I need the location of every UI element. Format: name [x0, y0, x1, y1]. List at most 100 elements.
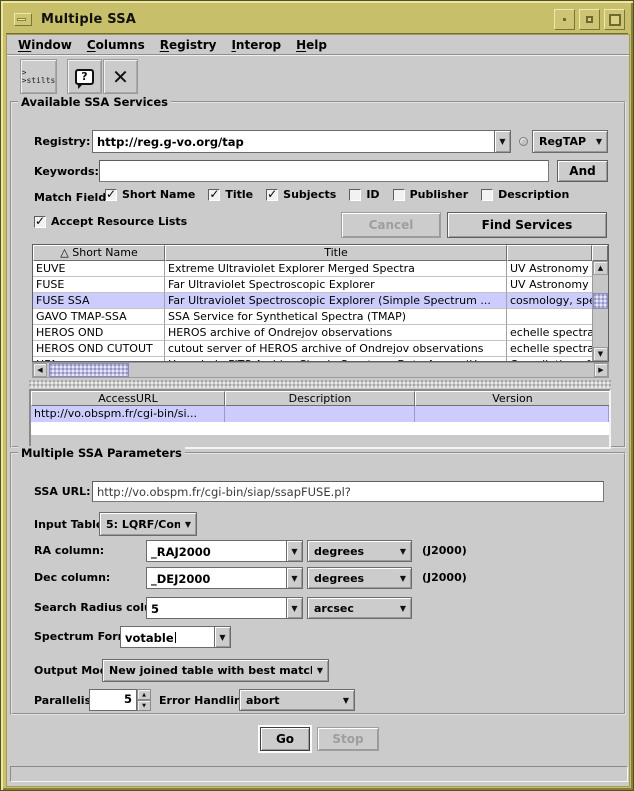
- multiple-ssa-parameters-group: Multiple SSA Parameters SSA URL: Input T…: [10, 452, 626, 715]
- menu-window[interactable]: Window: [18, 38, 72, 52]
- scroll-left-button[interactable]: ◀: [33, 363, 47, 377]
- arrow-down-icon: ▼: [142, 703, 146, 709]
- stilts-icon: >>stilts: [22, 69, 56, 85]
- menu-interop[interactable]: Interop: [231, 38, 281, 52]
- radius-unit-combobox[interactable]: arcsec ▼: [307, 597, 412, 619]
- chevron-down-icon: ▼: [291, 574, 297, 583]
- close-button[interactable]: [604, 9, 625, 30]
- dec-column-value[interactable]: _DEJ2000: [146, 567, 286, 589]
- resource-table-header: △ Short Name Title: [33, 245, 608, 261]
- column-header-short-name[interactable]: △ Short Name: [33, 245, 165, 261]
- table-row[interactable]: GAVO TMAP-SSASSA Service for Synthetical…: [33, 309, 592, 325]
- radius-dropdown-button[interactable]: ▼: [286, 597, 303, 619]
- checkbox-id[interactable]: ID: [349, 188, 379, 201]
- spectrum-format-combobox[interactable]: votable ▼: [120, 626, 231, 648]
- vertical-scrollbar[interactable]: ▲ ▼: [592, 261, 608, 361]
- cell-description: [225, 406, 415, 422]
- cell-short-name: HFA: [33, 357, 165, 361]
- stilts-button[interactable]: >>stilts: [20, 59, 57, 94]
- split-pane-divider[interactable]: [29, 380, 611, 388]
- checkbox-box: [393, 189, 405, 201]
- chevron-down-icon: ▼: [180, 520, 196, 529]
- capability-table-empty-area: [31, 422, 609, 435]
- table-row[interactable]: EUVEExtreme Ultraviolet Explorer Merged …: [33, 261, 592, 277]
- search-radius-value[interactable]: 5: [146, 597, 286, 619]
- ssa-url-input[interactable]: [92, 481, 604, 502]
- chevron-down-icon: ▼: [291, 604, 297, 613]
- dec-column-combobox[interactable]: _DEJ2000 ▼: [146, 567, 303, 589]
- column-header-subjects[interactable]: [507, 245, 592, 261]
- vertical-scrollbar-thumb[interactable]: [593, 293, 608, 309]
- checkbox-accept-resource-lists[interactable]: ✓ Accept Resource Lists: [34, 215, 187, 228]
- registry-value[interactable]: http://reg.g-vo.org/tap: [92, 130, 494, 153]
- table-row[interactable]: HEROS OND CUTOUTcutout server of HEROS a…: [33, 341, 592, 357]
- column-header-title[interactable]: Title: [165, 245, 507, 261]
- find-services-button[interactable]: Find Services: [447, 212, 607, 238]
- format-dropdown-button[interactable]: ▼: [214, 626, 231, 648]
- spinner-down-button[interactable]: ▼: [137, 700, 151, 711]
- sort-ascending-icon: △: [60, 246, 68, 259]
- table-row[interactable]: http://vo.obspm.fr/cgi-bin/si...: [31, 406, 609, 422]
- output-mode-value: New joined table with best matches: [103, 664, 312, 677]
- ra-epoch-note: (J2000): [422, 544, 467, 557]
- parallelism-spinner[interactable]: 5 ▲ ▼: [89, 689, 151, 711]
- registry-dropdown-button[interactable]: ▼: [494, 130, 511, 153]
- keywords-input[interactable]: [99, 160, 549, 182]
- menu-help[interactable]: Help: [296, 38, 327, 52]
- output-mode-combobox[interactable]: New joined table with best matches ▼: [102, 659, 329, 682]
- search-radius-combobox[interactable]: 5 ▼: [146, 597, 303, 619]
- scroll-up-button[interactable]: ▲: [593, 261, 608, 275]
- checkbox-title[interactable]: ✓Title: [208, 188, 253, 201]
- menu-columns[interactable]: Columns: [87, 38, 145, 52]
- spinner-up-button[interactable]: ▲: [137, 689, 151, 700]
- input-table-value: 5: LQRF/Coma: [100, 518, 180, 531]
- maximize-button[interactable]: [579, 9, 600, 30]
- dec-unit-combobox[interactable]: degrees ▼: [307, 567, 412, 589]
- checkbox-short-name[interactable]: ✓Short Name: [105, 188, 195, 201]
- column-header-accessurl[interactable]: AccessURL: [31, 391, 225, 406]
- menu-registry[interactable]: Registry: [160, 38, 217, 52]
- iconify-button[interactable]: [554, 9, 575, 30]
- cell-subjects: UV Astronomy: [507, 261, 592, 277]
- registry-combobox[interactable]: http://reg.g-vo.org/tap ▼: [92, 130, 511, 153]
- close-window-toolbar-button[interactable]: ✕: [103, 59, 138, 94]
- cell-accessurl: http://vo.obspm.fr/cgi-bin/si...: [31, 406, 225, 422]
- ra-dropdown-button[interactable]: ▼: [286, 540, 303, 562]
- error-handling-combobox[interactable]: abort ▼: [239, 689, 355, 711]
- registry-protocol-combobox[interactable]: RegTAP ▼: [532, 130, 608, 153]
- dec-epoch-note: (J2000): [422, 571, 467, 584]
- and-button[interactable]: And: [557, 160, 608, 182]
- column-header-description[interactable]: Description: [225, 391, 415, 406]
- table-row[interactable]: HFAHyperleda FITS Archive Simple Spectru…: [33, 357, 592, 361]
- error-handling-value: abort: [240, 694, 338, 707]
- cell-title: Hyperleda FITS Archive Simple Spectrum D…: [165, 357, 507, 361]
- checkbox-box: [349, 189, 361, 201]
- ra-column-value[interactable]: _RAJ2000: [146, 540, 286, 562]
- checkbox-publisher[interactable]: Publisher: [393, 188, 469, 201]
- cancel-button[interactable]: Cancel: [341, 212, 441, 238]
- go-button[interactable]: Go: [260, 727, 310, 751]
- checkbox-description[interactable]: Description: [481, 188, 569, 201]
- dec-dropdown-button[interactable]: ▼: [286, 567, 303, 589]
- ra-unit-combobox[interactable]: degrees ▼: [307, 540, 412, 562]
- scroll-down-button[interactable]: ▼: [593, 347, 608, 361]
- parallelism-value[interactable]: 5: [89, 689, 137, 711]
- table-row[interactable]: FUSEFar Ultraviolet Spectroscopic Explor…: [33, 277, 592, 293]
- cell-subjects: echelle spectra: [507, 341, 592, 357]
- checkbox-label: Subjects: [283, 188, 336, 201]
- column-header-version[interactable]: Version: [415, 391, 609, 406]
- horizontal-scrollbar[interactable]: ◀ ▶: [32, 362, 609, 378]
- checkbox-subjects[interactable]: ✓Subjects: [266, 188, 336, 201]
- stop-button[interactable]: Stop: [317, 727, 379, 751]
- spectrum-format-value[interactable]: votable: [120, 626, 214, 648]
- horizontal-scrollbar-thumb[interactable]: [49, 363, 129, 377]
- ra-column-combobox[interactable]: _RAJ2000 ▼: [146, 540, 303, 562]
- table-row[interactable]: HEROS ONDHEROS archive of Ondrejov obser…: [33, 325, 592, 341]
- help-button[interactable]: ?: [67, 59, 102, 94]
- scroll-right-button[interactable]: ▶: [594, 363, 608, 377]
- capability-table-body: http://vo.obspm.fr/cgi-bin/si...: [31, 406, 609, 435]
- table-row[interactable]: FUSE SSAFar Ultraviolet Spectroscopic Ex…: [33, 293, 592, 309]
- resource-table: △ Short Name Title EUVEExtreme Ultraviol…: [32, 244, 609, 362]
- input-table-combobox[interactable]: 5: LQRF/Coma ▼: [99, 512, 197, 536]
- ra-column-label: RA column:: [34, 544, 104, 557]
